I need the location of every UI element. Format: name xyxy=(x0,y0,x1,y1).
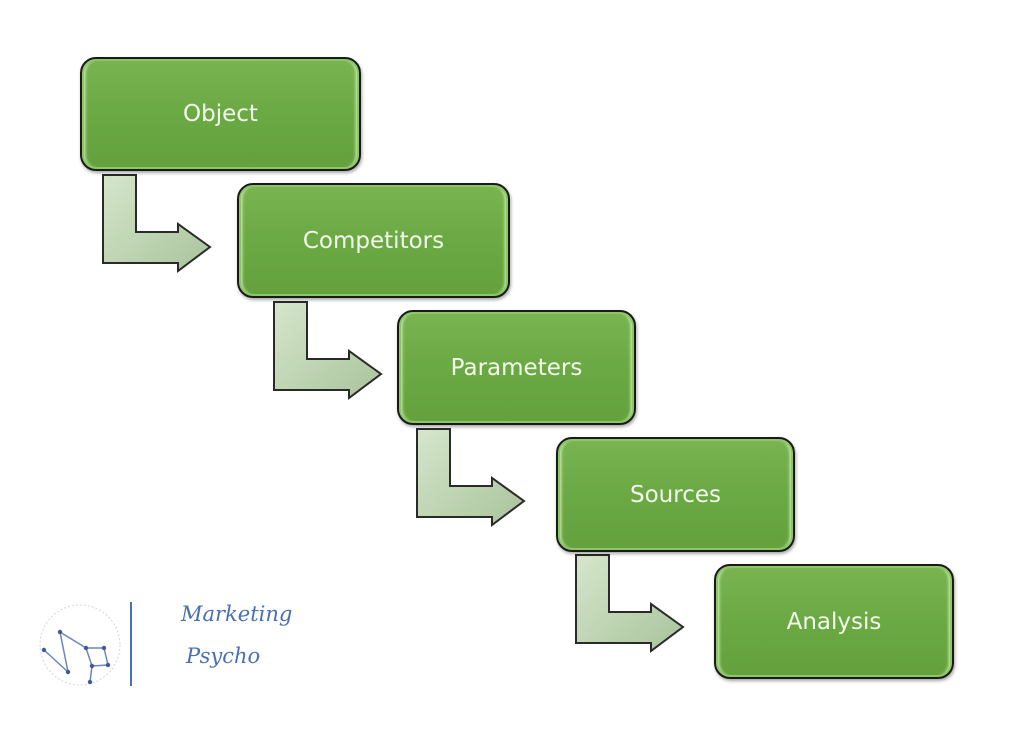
bent-arrow-icon xyxy=(102,174,212,273)
step-label: Analysis xyxy=(786,608,882,635)
logo: Marketing Psycho xyxy=(36,598,292,694)
step-competitors: Competitors xyxy=(237,183,510,298)
bent-arrow-icon xyxy=(575,554,685,653)
logo-line2: Psycho xyxy=(186,644,261,668)
logo-divider xyxy=(130,602,132,686)
bent-arrow-icon xyxy=(416,428,526,527)
step-label: Competitors xyxy=(302,227,445,254)
step-parameters: Parameters xyxy=(397,310,636,425)
logo-line1: Marketing xyxy=(181,602,293,626)
step-label: Object xyxy=(183,101,258,127)
bent-arrow-icon xyxy=(273,301,383,400)
step-label: Sources xyxy=(630,481,721,508)
step-sources: Sources xyxy=(556,437,795,552)
step-object: Object xyxy=(80,57,361,171)
step-label: Parameters xyxy=(450,354,583,381)
step-analysis: Analysis xyxy=(714,564,954,679)
